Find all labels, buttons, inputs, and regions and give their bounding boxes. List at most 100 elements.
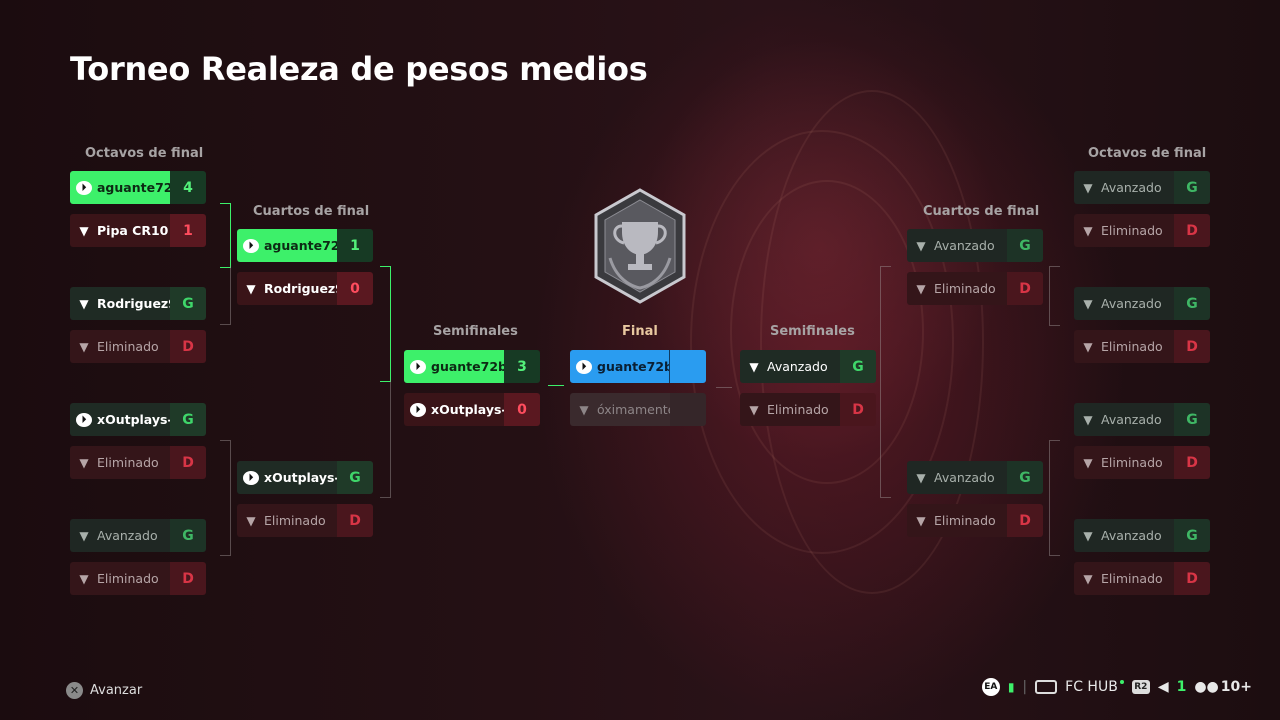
match-card-left-qf-2[interactable]: ▼ Rodriguez9 0 xyxy=(237,272,373,305)
match-card-final-2[interactable]: ▼ óximamente xyxy=(570,393,706,426)
connector xyxy=(1049,440,1060,556)
match-card-left-sf-2[interactable]: ⏵ xOutplays- 0 xyxy=(404,393,540,426)
match-card-left-r16-8[interactable]: ▼ Eliminado D xyxy=(70,562,206,595)
match-card-left-qf-3[interactable]: ⏵ xOutplays- G xyxy=(237,461,373,494)
score-badge: G xyxy=(337,461,373,494)
player-name: Eliminado xyxy=(97,339,159,354)
match-card-left-qf-4[interactable]: ▼ Eliminado D xyxy=(237,504,373,537)
team-crest-icon: ▼ xyxy=(916,513,926,528)
team-crest-icon: ▼ xyxy=(1083,339,1093,354)
camera-icon xyxy=(1035,680,1058,694)
score-badge: D xyxy=(170,562,206,595)
player-name: aguante72b xyxy=(97,180,170,195)
score-badge: 0 xyxy=(504,393,540,426)
friends-icon: ●● xyxy=(1194,679,1219,695)
player-name: Avanzado xyxy=(1101,180,1162,195)
score-badge xyxy=(670,350,706,383)
score-badge: G xyxy=(1174,287,1210,320)
player-name: Eliminado xyxy=(97,455,159,470)
player-name: xOutplays- xyxy=(97,412,170,427)
match-card-right-r16-3[interactable]: ▼ Avanzado G xyxy=(1074,287,1210,320)
score-badge: 1 xyxy=(170,214,206,247)
player-name: guante72bk xyxy=(431,359,504,374)
match-card-left-r16-2[interactable]: ▼ Pipa CR10 1 xyxy=(70,214,206,247)
notification-dot xyxy=(1119,680,1124,684)
player-name: Eliminado xyxy=(1101,455,1163,470)
match-card-right-r16-2[interactable]: ▼ Eliminado D xyxy=(1074,214,1210,247)
match-card-right-qf-3[interactable]: ▼ Avanzado G xyxy=(907,461,1043,494)
player-name: xOutplays- xyxy=(431,402,504,417)
match-card-final-1[interactable]: ⏵ guante72bk xyxy=(570,350,706,383)
round-label-right-qf: Cuartos de final xyxy=(923,204,1040,219)
playstation-icon: ⏵ xyxy=(243,470,259,485)
match-card-left-r16-4[interactable]: ▼ Eliminado D xyxy=(70,330,206,363)
friends-count[interactable]: 10+ xyxy=(1221,679,1252,695)
playstation-icon: ⏵ xyxy=(76,180,92,195)
team-crest-icon: ▼ xyxy=(1083,223,1093,238)
team-crest-icon: ▼ xyxy=(1083,571,1093,586)
team-crest-icon: ▼ xyxy=(749,402,759,417)
score-badge: G xyxy=(1007,461,1043,494)
player-name: Pipa CR10 xyxy=(97,223,169,238)
connector xyxy=(220,440,231,556)
score-badge xyxy=(670,393,706,426)
player-name: Eliminado xyxy=(934,281,996,296)
connector xyxy=(716,387,732,388)
player-name: Eliminado xyxy=(1101,339,1163,354)
player-name: xOutplays- xyxy=(264,470,337,485)
advance-label: Avanzar xyxy=(90,683,143,698)
round-label-left-r16: Octavos de final xyxy=(85,146,204,161)
playstation-icon: ⏵ xyxy=(243,238,259,253)
score-badge: D xyxy=(1007,272,1043,305)
player-name: aguante72b xyxy=(264,238,337,253)
score-badge: D xyxy=(840,393,876,426)
match-card-left-r16-1[interactable]: ⏵ aguante72b 4 xyxy=(70,171,206,204)
match-card-right-r16-8[interactable]: ▼ Eliminado D xyxy=(1074,562,1210,595)
player-name: Rodriguez9 xyxy=(264,281,337,296)
match-card-right-qf-1[interactable]: ▼ Avanzado G xyxy=(907,229,1043,262)
round-label-left-qf: Cuartos de final xyxy=(253,204,370,219)
match-card-right-qf-4[interactable]: ▼ Eliminado D xyxy=(907,504,1043,537)
fc-hub-label[interactable]: FC HUB xyxy=(1065,679,1118,695)
team-crest-icon: ▼ xyxy=(579,402,589,417)
match-card-left-qf-1[interactable]: ⏵ aguante72b 1 xyxy=(237,229,373,262)
match-card-right-r16-7[interactable]: ▼ Avanzado G xyxy=(1074,519,1210,552)
match-card-left-r16-7[interactable]: ▼ Avanzado G xyxy=(70,519,206,552)
page-title: Torneo Realeza de pesos medios xyxy=(70,50,648,88)
team-crest-icon: ▼ xyxy=(1083,528,1093,543)
connector xyxy=(1049,266,1060,326)
player-name: Eliminado xyxy=(97,571,159,586)
match-card-right-r16-1[interactable]: ▼ Avanzado G xyxy=(1074,171,1210,204)
match-card-left-sf-1[interactable]: ⏵ guante72bk 3 xyxy=(404,350,540,383)
score-badge: G xyxy=(1007,229,1043,262)
score-badge: D xyxy=(1007,504,1043,537)
r2-button-icon: R2 xyxy=(1131,680,1150,694)
score-badge: D xyxy=(1174,562,1210,595)
player-name: óximamente xyxy=(597,402,670,417)
score-badge: 1 xyxy=(337,229,373,262)
score-badge: G xyxy=(1174,519,1210,552)
round-label-final: Final xyxy=(622,324,658,339)
team-crest-icon: ▼ xyxy=(79,339,89,354)
match-card-right-r16-6[interactable]: ▼ Eliminado D xyxy=(1074,446,1210,479)
cross-button-icon: ✕ xyxy=(66,682,83,699)
match-card-right-sf-1[interactable]: ▼ Avanzado G xyxy=(740,350,876,383)
match-card-left-r16-3[interactable]: ▼ Rodriguez9 G xyxy=(70,287,206,320)
player-name: Avanzado xyxy=(1101,296,1162,311)
match-card-right-r16-4[interactable]: ▼ Eliminado D xyxy=(1074,330,1210,363)
score-badge: G xyxy=(1174,403,1210,436)
score-badge: D xyxy=(1174,214,1210,247)
speaker-icon: ◀ xyxy=(1157,679,1169,695)
team-crest-icon: ▼ xyxy=(79,296,89,311)
match-card-left-r16-6[interactable]: ▼ Eliminado D xyxy=(70,446,206,479)
player-name: Avanzado xyxy=(767,359,828,374)
advance-prompt[interactable]: ✕ Avanzar xyxy=(66,682,142,699)
match-card-left-r16-5[interactable]: ⏵ xOutplays- G xyxy=(70,403,206,436)
match-card-right-qf-2[interactable]: ▼ Eliminado D xyxy=(907,272,1043,305)
player-name: Avanzado xyxy=(934,238,995,253)
score-badge: D xyxy=(337,504,373,537)
team-crest-icon: ▼ xyxy=(749,359,759,374)
match-card-right-sf-2[interactable]: ▼ Eliminado D xyxy=(740,393,876,426)
connector xyxy=(220,266,231,325)
match-card-right-r16-5[interactable]: ▼ Avanzado G xyxy=(1074,403,1210,436)
